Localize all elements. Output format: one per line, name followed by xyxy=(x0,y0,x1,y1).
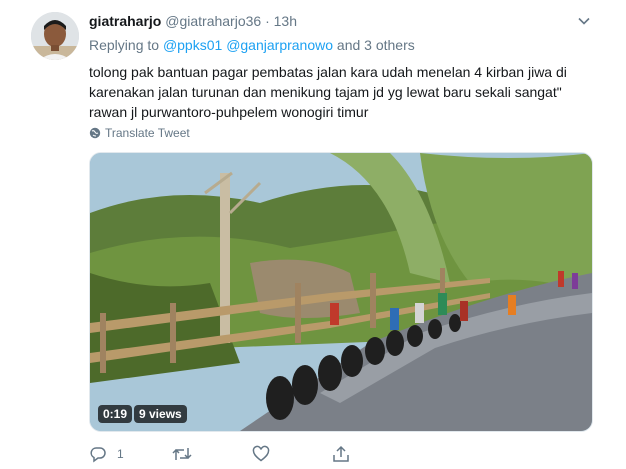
like-button[interactable] xyxy=(252,444,292,464)
share-icon xyxy=(333,445,349,462)
replying-to: Replying to @ppks01 @ganjarpranowo and 3… xyxy=(89,37,415,53)
share-button[interactable] xyxy=(332,444,372,464)
retweet-button[interactable] xyxy=(172,444,212,464)
tweet-header: giatraharjo @giatraharjo36 · 13h xyxy=(89,12,297,30)
heart-icon xyxy=(252,445,270,462)
retweet-icon xyxy=(172,448,192,460)
video-thumbnail xyxy=(90,153,592,431)
user-handle[interactable]: @giatraharjo36 xyxy=(165,13,261,29)
video-duration-badge: 0:19 xyxy=(98,405,133,423)
reply-to-link-2[interactable]: @ganjarpranowo xyxy=(226,37,333,53)
user-avatar[interactable] xyxy=(31,12,79,60)
reply-count: 1 xyxy=(117,447,124,461)
video-views-badge: 9 views xyxy=(134,405,187,423)
tweet-time[interactable]: 13h xyxy=(274,13,297,29)
translate-label: Translate Tweet xyxy=(105,126,190,140)
reply-button[interactable]: 1 xyxy=(89,444,149,464)
translate-tweet-link[interactable]: Translate Tweet xyxy=(89,126,190,140)
globe-icon xyxy=(89,127,101,139)
replying-prefix: Replying to xyxy=(89,37,160,53)
reply-icon xyxy=(90,447,106,463)
video-player[interactable]: 0:19 9 views xyxy=(89,152,593,432)
chevron-down-icon[interactable] xyxy=(577,14,591,28)
separator-dot: · xyxy=(265,13,270,29)
display-name[interactable]: giatraharjo xyxy=(89,13,161,29)
reply-to-link-1[interactable]: @ppks01 xyxy=(163,37,222,53)
reply-to-others-link[interactable]: and 3 others xyxy=(337,37,415,53)
tweet: giatraharjo @giatraharjo36 · 13h Replyin… xyxy=(0,0,626,469)
tweet-text: tolong pak bantuan pagar pembatas jalan … xyxy=(89,64,567,120)
